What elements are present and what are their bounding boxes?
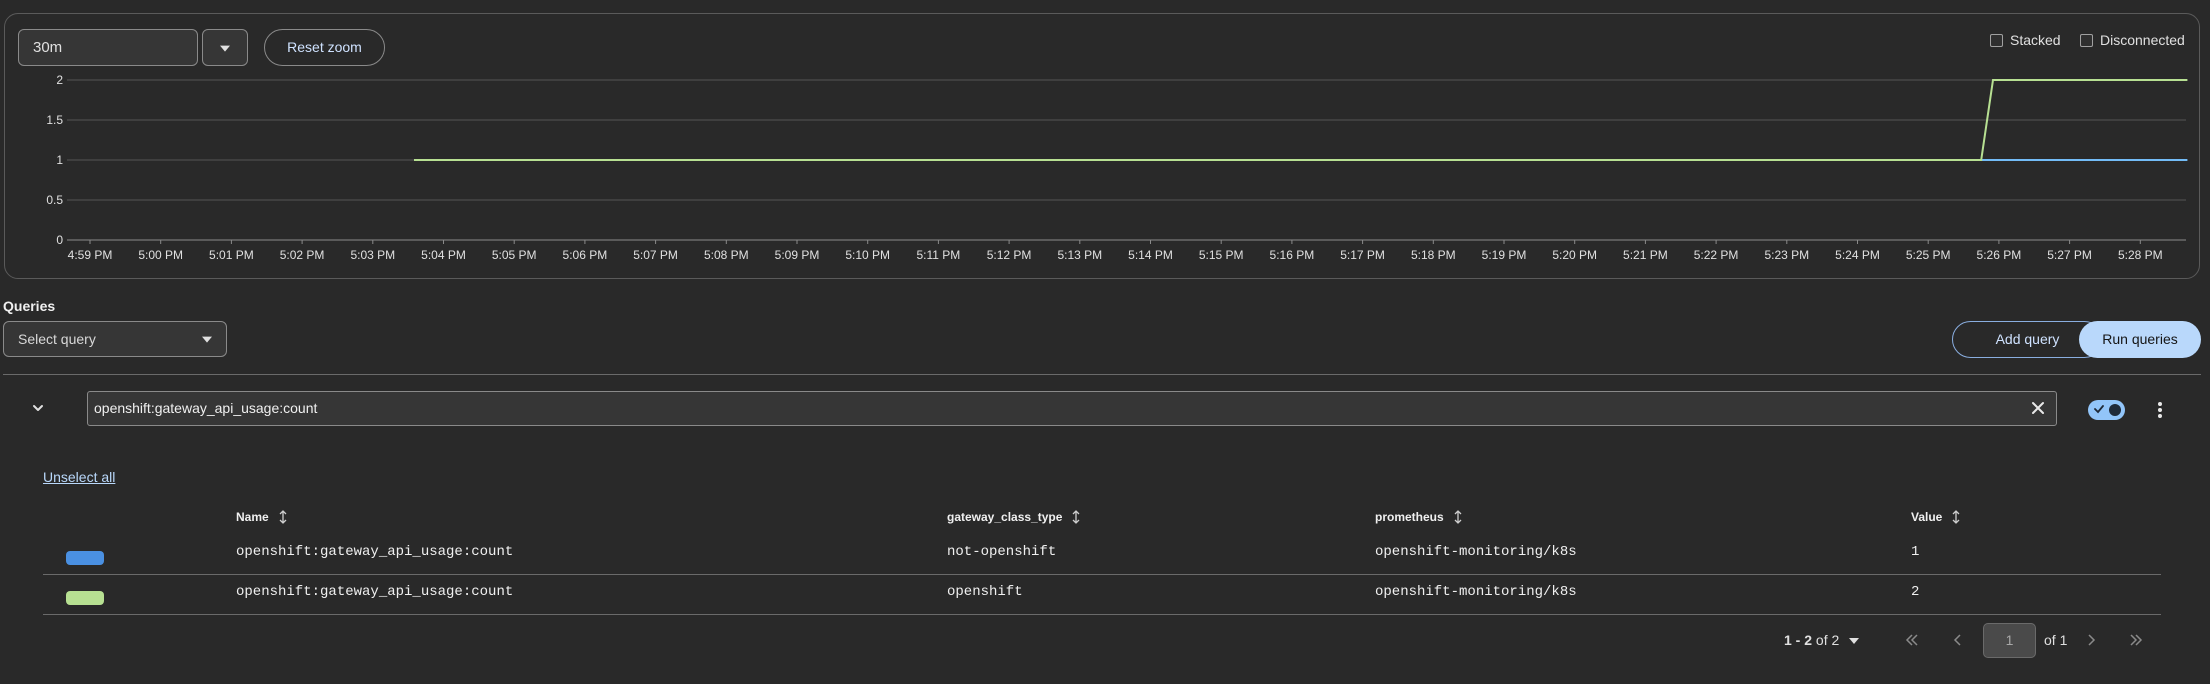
y-tick-label: 1.5 <box>46 113 63 127</box>
y-tick-label: 0 <box>56 233 63 247</box>
pagination-total: of 2 <box>1815 632 1840 648</box>
column-header-label: gateway_class_type <box>947 510 1063 524</box>
previous-page-icon[interactable] <box>1950 632 1966 648</box>
next-page-icon[interactable] <box>2083 632 2099 648</box>
y-tick-label: 1 <box>56 153 63 167</box>
x-tick-label: 5:23 PM <box>1764 248 1809 262</box>
column-header-label: prometheus <box>1375 510 1444 524</box>
x-tick-label: 5:24 PM <box>1835 248 1880 262</box>
x-tick-label: 5:16 PM <box>1270 248 1315 262</box>
pagination-range: 1 - 2 <box>1784 632 1813 648</box>
x-tick-label: 5:06 PM <box>563 248 608 262</box>
sort-icon <box>1072 510 1080 524</box>
x-tick-label: 5:11 PM <box>916 248 960 262</box>
x-tick-label: 5:10 PM <box>845 248 890 262</box>
line-chart[interactable]: 2 1.5 1 0.5 0 4:59 PM 5:00 PM 5:01 PM 5:02 PM 5:… <box>0 0 2210 275</box>
x-tick-label: 5:05 PM <box>492 248 537 262</box>
column-header-label: Name <box>236 510 269 524</box>
x-tick-label: 5:17 PM <box>1340 248 1385 262</box>
x-tick-label: 5:07 PM <box>633 248 678 262</box>
close-icon[interactable] <box>2030 400 2046 416</box>
y-tick-label: 0.5 <box>46 193 63 207</box>
x-tick-label: 5:28 PM <box>2118 248 2163 262</box>
query-expression-text: openshift:gateway_api_usage:count <box>94 400 318 416</box>
column-header-name[interactable]: Name <box>236 510 287 524</box>
x-tick-label: 5:09 PM <box>775 248 820 262</box>
column-header-value[interactable]: Value <box>1911 510 1960 524</box>
x-tick-label: 5:01 PM <box>209 248 254 262</box>
x-tick-label: 5:14 PM <box>1128 248 1173 262</box>
x-tick-label: 5:18 PM <box>1411 248 1456 262</box>
query-enabled-toggle[interactable] <box>2088 400 2125 420</box>
series-color-swatch[interactable] <box>66 551 104 565</box>
x-tick-label: 5:27 PM <box>2047 248 2092 262</box>
sort-icon <box>279 510 287 524</box>
select-query-placeholder: Select query <box>18 331 96 347</box>
table-cell-name: openshift:gateway_api_usage:count <box>236 544 514 560</box>
last-page-icon[interactable] <box>2128 632 2144 648</box>
x-tick-label: 5:19 PM <box>1482 248 1527 262</box>
table-cell-name: openshift:gateway_api_usage:count <box>236 584 514 600</box>
sort-icon <box>1454 510 1462 524</box>
pagination-pages: of 1 <box>2044 632 2068 648</box>
row-divider <box>43 614 2161 615</box>
table-cell-gateway-class-type: not-openshift <box>947 544 1057 560</box>
column-header-prometheus[interactable]: prometheus <box>1375 510 1462 524</box>
x-tick-label: 5:04 PM <box>421 248 466 262</box>
x-tick-label: 5:22 PM <box>1694 248 1739 262</box>
kebab-menu-icon[interactable] <box>2156 400 2164 420</box>
table-cell-prometheus: openshift-monitoring/k8s <box>1375 544 1577 560</box>
select-query-dropdown[interactable]: Select query <box>3 321 227 357</box>
check-icon <box>2094 405 2104 414</box>
x-tick-label: 5:20 PM <box>1552 248 1597 262</box>
toggle-knob <box>2109 404 2121 416</box>
x-tick-label: 5:13 PM <box>1057 248 1102 262</box>
x-tick-label: 5:21 PM <box>1623 248 1668 262</box>
x-tick-label: 4:59 PM <box>68 248 113 262</box>
table-cell-value: 1 <box>1911 544 1920 560</box>
x-tick-label: 5:02 PM <box>280 248 325 262</box>
x-tick-label: 5:08 PM <box>704 248 749 262</box>
column-header-label: Value <box>1911 510 1943 524</box>
x-tick-label: 5:12 PM <box>987 248 1032 262</box>
chevron-down-icon[interactable] <box>30 400 46 416</box>
column-header-gateway-class-type[interactable]: gateway_class_type <box>947 510 1080 524</box>
divider <box>3 374 2201 375</box>
row-divider <box>43 574 2161 575</box>
table-cell-gateway-class-type: openshift <box>947 584 1023 600</box>
chevron-down-icon[interactable] <box>1849 638 1859 644</box>
current-page-input[interactable]: 1 <box>1983 623 2036 658</box>
table-cell-prometheus: openshift-monitoring/k8s <box>1375 584 1577 600</box>
pagination-range-toggle[interactable]: 1 - 2 of 2 <box>1784 632 1839 648</box>
table-cell-value: 2 <box>1911 584 1920 600</box>
sort-icon <box>1952 510 1960 524</box>
unselect-all-link[interactable]: Unselect all <box>43 469 115 485</box>
x-tick-label: 5:03 PM <box>350 248 395 262</box>
series-color-swatch[interactable] <box>66 591 104 605</box>
x-tick-label: 5:26 PM <box>1977 248 2022 262</box>
x-tick-label: 5:25 PM <box>1906 248 1951 262</box>
first-page-icon[interactable] <box>1904 632 1920 648</box>
x-tick-label: 5:15 PM <box>1199 248 1244 262</box>
queries-heading: Queries <box>3 298 56 314</box>
chevron-down-icon <box>202 336 212 343</box>
x-tick-label: 5:00 PM <box>138 248 183 262</box>
y-tick-label: 2 <box>56 73 63 87</box>
run-queries-button[interactable]: Run queries <box>2079 321 2201 358</box>
query-expression-input[interactable]: openshift:gateway_api_usage:count <box>87 391 2057 426</box>
